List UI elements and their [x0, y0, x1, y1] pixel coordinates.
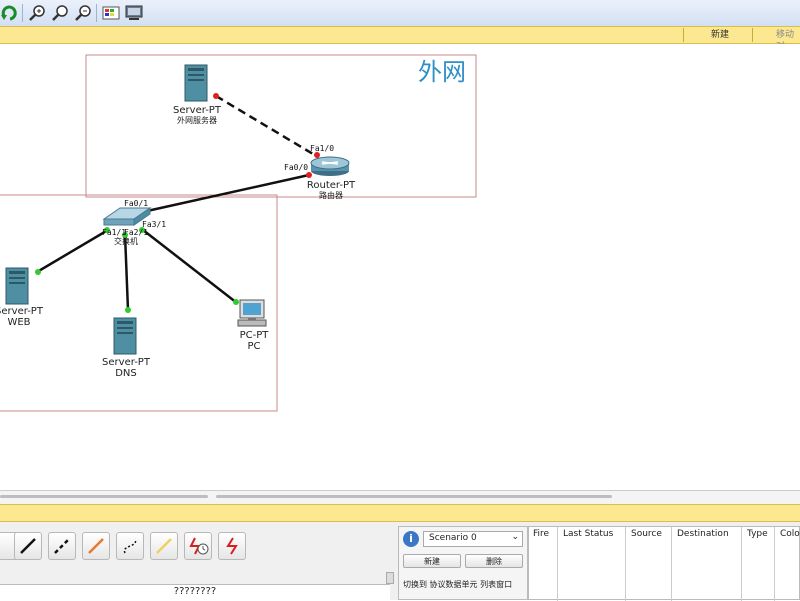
main-toolbar — [0, 0, 800, 27]
column-header[interactable]: Source — [631, 529, 662, 539]
router-icon[interactable] — [310, 156, 350, 176]
horizontal-scrollbar[interactable] — [216, 495, 612, 498]
link-status-light — [35, 269, 41, 275]
port-label: Fa1/1 — [102, 228, 127, 237]
toolbar-separator — [22, 4, 23, 22]
pdu-event-table: Fire Last Status Source Destination Type… — [528, 526, 800, 601]
copper-cross-button[interactable] — [48, 532, 76, 560]
panel-scroll-arrow[interactable] — [386, 572, 394, 584]
chevron-down-icon: ⌄ — [511, 532, 519, 542]
web-server-name-label: WEB — [7, 317, 31, 328]
bottom-toolbar-bar — [0, 504, 800, 522]
logical-workspace-canvas[interactable]: 外网 Server-PT 外网服务器 Router-PT 路由器 交换机 Ser… — [0, 44, 800, 490]
port-label: Fa0/0 — [284, 163, 309, 172]
canvas-scroll-strip — [0, 490, 800, 504]
zoom-reset-icon[interactable] — [50, 3, 70, 23]
column-header[interactable]: Last Status — [563, 529, 613, 539]
serial-dte-button[interactable] — [218, 532, 246, 560]
link-server-router[interactable] — [215, 94, 319, 159]
refresh-icon[interactable] — [0, 3, 20, 23]
port-label: Fa2/1 — [124, 228, 149, 237]
scenario-panel: i Scenario 0 ⌄ 新建 删除 切换到 协议数据单元 列表窗口 — [398, 526, 528, 600]
toolbar-separator — [96, 4, 97, 22]
zoom-in-icon[interactable] — [27, 3, 47, 23]
dns-server-name-label: DNS — [115, 368, 137, 379]
logical-workspace-bar: 新建 移动对 — [0, 26, 800, 52]
column-divider — [557, 527, 558, 601]
link-switch-pc[interactable] — [142, 229, 238, 304]
pc-name-label: PC — [247, 341, 261, 352]
link-switch-router[interactable] — [146, 173, 310, 213]
server-icon[interactable] — [113, 317, 137, 355]
link-status-light — [125, 307, 131, 313]
link-status-light — [213, 93, 219, 99]
server-icon[interactable] — [184, 64, 208, 102]
pc-icon[interactable] — [237, 299, 267, 327]
info-icon: i — [403, 531, 419, 547]
bar-divider — [752, 28, 753, 42]
new-scenario-button[interactable]: 新建 — [403, 554, 461, 568]
link-status-light — [233, 299, 239, 305]
pc-model-label: PC-PT — [239, 330, 269, 341]
cluster-outer-label: 外网 — [418, 58, 466, 86]
column-divider — [671, 527, 672, 601]
column-divider — [774, 527, 775, 601]
column-header[interactable]: Destination — [677, 529, 729, 539]
toggle-pdu-list-button[interactable]: 切换到 协议数据单元 列表窗口 — [403, 579, 512, 590]
column-header[interactable]: Colo — [780, 529, 800, 539]
bar-divider — [683, 28, 684, 42]
zoom-out-icon[interactable] — [73, 3, 93, 23]
coaxial-button[interactable] — [150, 532, 178, 560]
column-divider — [625, 527, 626, 601]
viewport-icon[interactable] — [124, 3, 144, 23]
outer-server-name-label: 外网服务器 — [177, 116, 217, 125]
phone-cable-button[interactable] — [116, 532, 144, 560]
topology-svg — [0, 54, 477, 412]
fiber-button[interactable] — [82, 532, 110, 560]
device-hover-status: ???????? — [0, 584, 390, 600]
delete-scenario-button[interactable]: 删除 — [465, 554, 523, 568]
dns-server-model-label: Server-PT — [102, 357, 150, 368]
scenario-selected-value: Scenario 0 — [429, 533, 477, 543]
port-label: Fa0/1 — [124, 199, 149, 208]
link-status-light — [306, 172, 312, 178]
column-divider — [741, 527, 742, 601]
scenario-select[interactable]: Scenario 0 ⌄ — [423, 531, 523, 547]
router-model-label: Router-PT — [306, 180, 356, 191]
new-cluster-button[interactable]: 新建 — [711, 29, 729, 41]
horizontal-scrollbar[interactable] — [0, 495, 208, 498]
router-name-label: 路由器 — [319, 191, 343, 200]
column-header[interactable]: Fire — [533, 529, 549, 539]
column-header[interactable]: Type — [747, 529, 768, 539]
palette-icon[interactable] — [101, 3, 121, 23]
copper-straight-button[interactable] — [14, 532, 42, 560]
server-icon[interactable] — [5, 267, 29, 305]
web-server-model-label: Server-PT — [0, 306, 43, 317]
serial-dce-button[interactable] — [184, 532, 212, 560]
move-object-button[interactable]: 移动对 — [776, 29, 800, 52]
outer-server-model-label: Server-PT — [173, 105, 221, 116]
link-switch-web[interactable] — [36, 228, 109, 274]
switch-name-label: 交换机 — [114, 237, 138, 246]
port-label: Fa1/0 — [310, 144, 335, 153]
